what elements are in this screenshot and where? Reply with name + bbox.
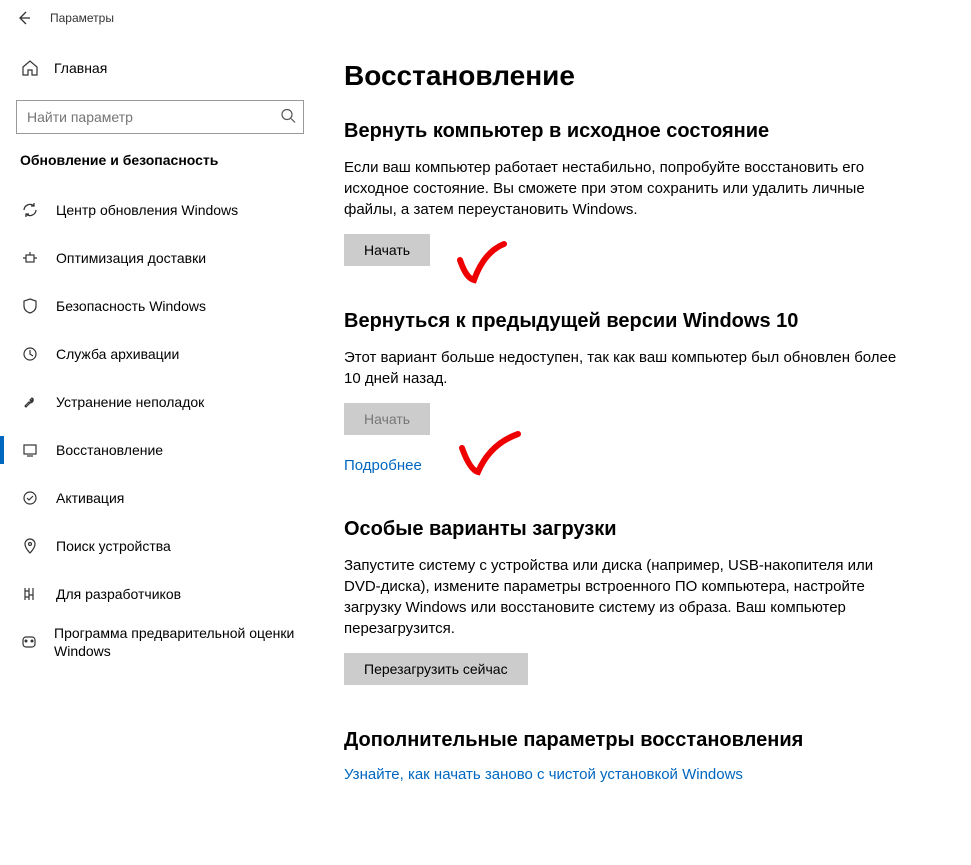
- activation-icon: [20, 489, 40, 507]
- sidebar-item-activation[interactable]: Активация: [0, 474, 320, 522]
- window-title: Параметры: [50, 11, 114, 25]
- sidebar-item-label: Поиск устройства: [56, 537, 171, 555]
- sidebar-item-windows-update[interactable]: Центр обновления Windows: [0, 186, 320, 234]
- sidebar-item-label: Активация: [56, 489, 124, 507]
- insider-icon: [20, 633, 38, 651]
- sidebar-item-find-my-device[interactable]: Поиск устройства: [0, 522, 320, 570]
- reset-pc-section: Вернуть компьютер в исходное состояние Е…: [344, 120, 931, 266]
- sidebar-item-label: Служба архивации: [56, 345, 179, 363]
- go-back-start-button: Начать: [344, 403, 430, 435]
- go-back-body: Этот вариант больше недоступен, так как …: [344, 347, 904, 389]
- sidebar-item-label: Для разработчиков: [56, 585, 181, 603]
- location-icon: [20, 537, 40, 555]
- reset-start-button[interactable]: Начать: [344, 234, 430, 266]
- shield-icon: [20, 297, 40, 315]
- search-wrap: [16, 100, 304, 134]
- sidebar-section-title: Обновление и безопасность: [0, 152, 320, 186]
- advanced-heading: Особые варианты загрузки: [344, 518, 931, 541]
- home-icon: [20, 59, 40, 77]
- title-bar: Параметры: [0, 0, 971, 36]
- reset-body: Если ваш компьютер работает нестабильно,…: [344, 157, 904, 220]
- go-back-learn-more-link[interactable]: Подробнее: [344, 457, 422, 474]
- sidebar-item-label: Устранение неполадок: [56, 393, 204, 411]
- search-input[interactable]: [16, 100, 304, 134]
- wrench-icon: [20, 393, 40, 411]
- home-label: Главная: [54, 60, 107, 76]
- sidebar-item-label: Восстановление: [56, 441, 163, 459]
- fresh-start-link[interactable]: Узнайте, как начать заново с чистой уста…: [344, 766, 743, 783]
- sidebar: Главная Обновление и безопасность Центр …: [0, 36, 320, 865]
- more-heading: Дополнительные параметры восстановления: [344, 729, 931, 752]
- sidebar-item-label: Оптимизация доставки: [56, 249, 206, 267]
- sidebar-item-windows-security[interactable]: Безопасность Windows: [0, 282, 320, 330]
- go-back-heading: Вернуться к предыдущей версии Windows 10: [344, 310, 931, 333]
- reset-heading: Вернуть компьютер в исходное состояние: [344, 120, 931, 143]
- restart-now-button[interactable]: Перезагрузить сейчас: [344, 653, 528, 685]
- content-area: Восстановление Вернуть компьютер в исход…: [320, 36, 971, 865]
- back-button[interactable]: [4, 0, 44, 36]
- sidebar-item-delivery-optimization[interactable]: Оптимизация доставки: [0, 234, 320, 282]
- nav-list: Центр обновления Windows Оптимизация дос…: [0, 186, 320, 666]
- sidebar-item-windows-insider[interactable]: Программа предварительной оценки Windows: [0, 618, 320, 666]
- page-title: Восстановление: [344, 60, 931, 92]
- more-recovery-section: Дополнительные параметры восстановления …: [344, 729, 931, 783]
- sidebar-item-label: Программа предварительной оценки Windows: [54, 624, 300, 660]
- advanced-body: Запустите систему с устройства или диска…: [344, 555, 904, 639]
- arrow-left-icon: [16, 10, 32, 26]
- sidebar-item-for-developers[interactable]: Для разработчиков: [0, 570, 320, 618]
- go-back-section: Вернуться к предыдущей версии Windows 10…: [344, 310, 931, 474]
- sidebar-item-label: Центр обновления Windows: [56, 201, 238, 219]
- sidebar-item-recovery[interactable]: Восстановление: [0, 426, 320, 474]
- sync-icon: [20, 201, 40, 219]
- home-button[interactable]: Главная: [0, 46, 320, 90]
- developers-icon: [20, 585, 40, 603]
- sidebar-item-backup[interactable]: Служба архивации: [0, 330, 320, 378]
- sidebar-item-troubleshoot[interactable]: Устранение неполадок: [0, 378, 320, 426]
- delivery-icon: [20, 249, 40, 267]
- sidebar-item-label: Безопасность Windows: [56, 297, 206, 315]
- recovery-icon: [20, 441, 40, 459]
- backup-icon: [20, 345, 40, 363]
- advanced-startup-section: Особые варианты загрузки Запустите систе…: [344, 518, 931, 685]
